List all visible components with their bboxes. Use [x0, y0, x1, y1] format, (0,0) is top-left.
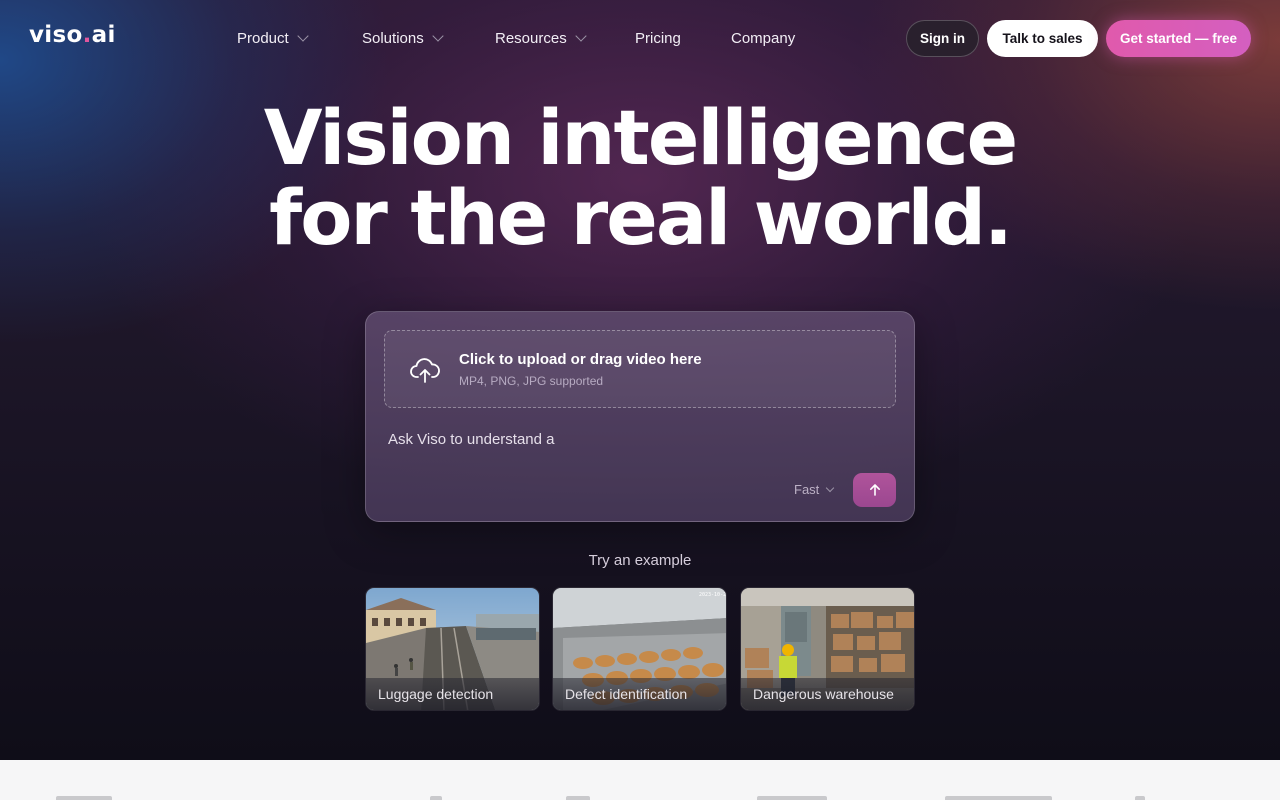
brand-suffix: ai	[91, 22, 116, 48]
partner-logo	[1135, 796, 1145, 800]
hero-headline: Vision intelligence for the real world.	[0, 98, 1280, 258]
example-card-luggage[interactable]: Luggage detection	[365, 587, 540, 711]
try-example-label: Try an example	[588, 552, 692, 569]
cloud-upload-icon	[410, 358, 440, 383]
upload-title: Click to upload or drag video here	[459, 351, 702, 368]
logo-strip	[0, 760, 1280, 800]
partner-logo	[56, 796, 112, 800]
nav-resources[interactable]: Resources	[495, 30, 587, 47]
prompt-input[interactable]: Ask Viso to understand a	[388, 431, 888, 448]
model-select-value: Fast	[794, 482, 820, 497]
headline-line-1: Vision intelligence	[263, 93, 1018, 182]
partner-logo	[757, 796, 827, 800]
example-card-warehouse[interactable]: Dangerous warehouse	[740, 587, 915, 711]
chevron-down-icon	[826, 483, 835, 493]
chevron-down-icon	[432, 30, 444, 42]
video-upload-dropzone[interactable]: Click to upload or drag video here MP4, …	[384, 330, 896, 408]
nav-product[interactable]: Product	[237, 30, 309, 47]
chevron-down-icon	[575, 30, 587, 42]
brand-logo[interactable]: viso.ai	[29, 22, 116, 48]
nav-solutions[interactable]: Solutions	[362, 30, 444, 47]
example-card-label: Luggage detection	[366, 678, 539, 710]
model-select[interactable]: Fast	[794, 482, 835, 497]
partner-logo	[430, 796, 442, 800]
send-button[interactable]	[853, 473, 896, 507]
sign-in-button[interactable]: Sign in	[906, 20, 979, 57]
camera-timestamp: 2023-10-28	[699, 592, 727, 598]
example-card-label: Defect identification	[553, 678, 726, 710]
partner-logo	[945, 796, 1052, 800]
headline-line-2: for the real world.	[269, 173, 1013, 262]
nav-product-label: Product	[237, 30, 289, 47]
prompt-composer: Click to upload or drag video here MP4, …	[365, 311, 915, 522]
nav-company[interactable]: Company	[731, 30, 795, 47]
nav-solutions-label: Solutions	[362, 30, 424, 47]
talk-to-sales-button[interactable]: Talk to sales	[987, 20, 1098, 57]
nav-company-label: Company	[731, 30, 796, 47]
chevron-down-icon	[297, 30, 309, 42]
brand-name: viso	[29, 22, 83, 48]
example-card-defect[interactable]: 2023-10-28 Defect identification	[552, 587, 727, 711]
nav-pricing[interactable]: Pricing	[635, 30, 681, 47]
upload-subtitle: MP4, PNG, JPG supported	[459, 374, 604, 388]
nav-resources-label: Resources	[495, 30, 567, 47]
example-card-label: Dangerous warehouse	[741, 678, 914, 710]
top-nav: viso.ai Product Solutions Resources Pric…	[0, 0, 1280, 76]
arrow-up-icon	[869, 484, 880, 496]
get-started-button[interactable]: Get started — free	[1106, 20, 1251, 57]
brand-dot: .	[82, 22, 92, 48]
nav-pricing-label: Pricing	[635, 30, 681, 47]
partner-logo	[566, 796, 590, 800]
